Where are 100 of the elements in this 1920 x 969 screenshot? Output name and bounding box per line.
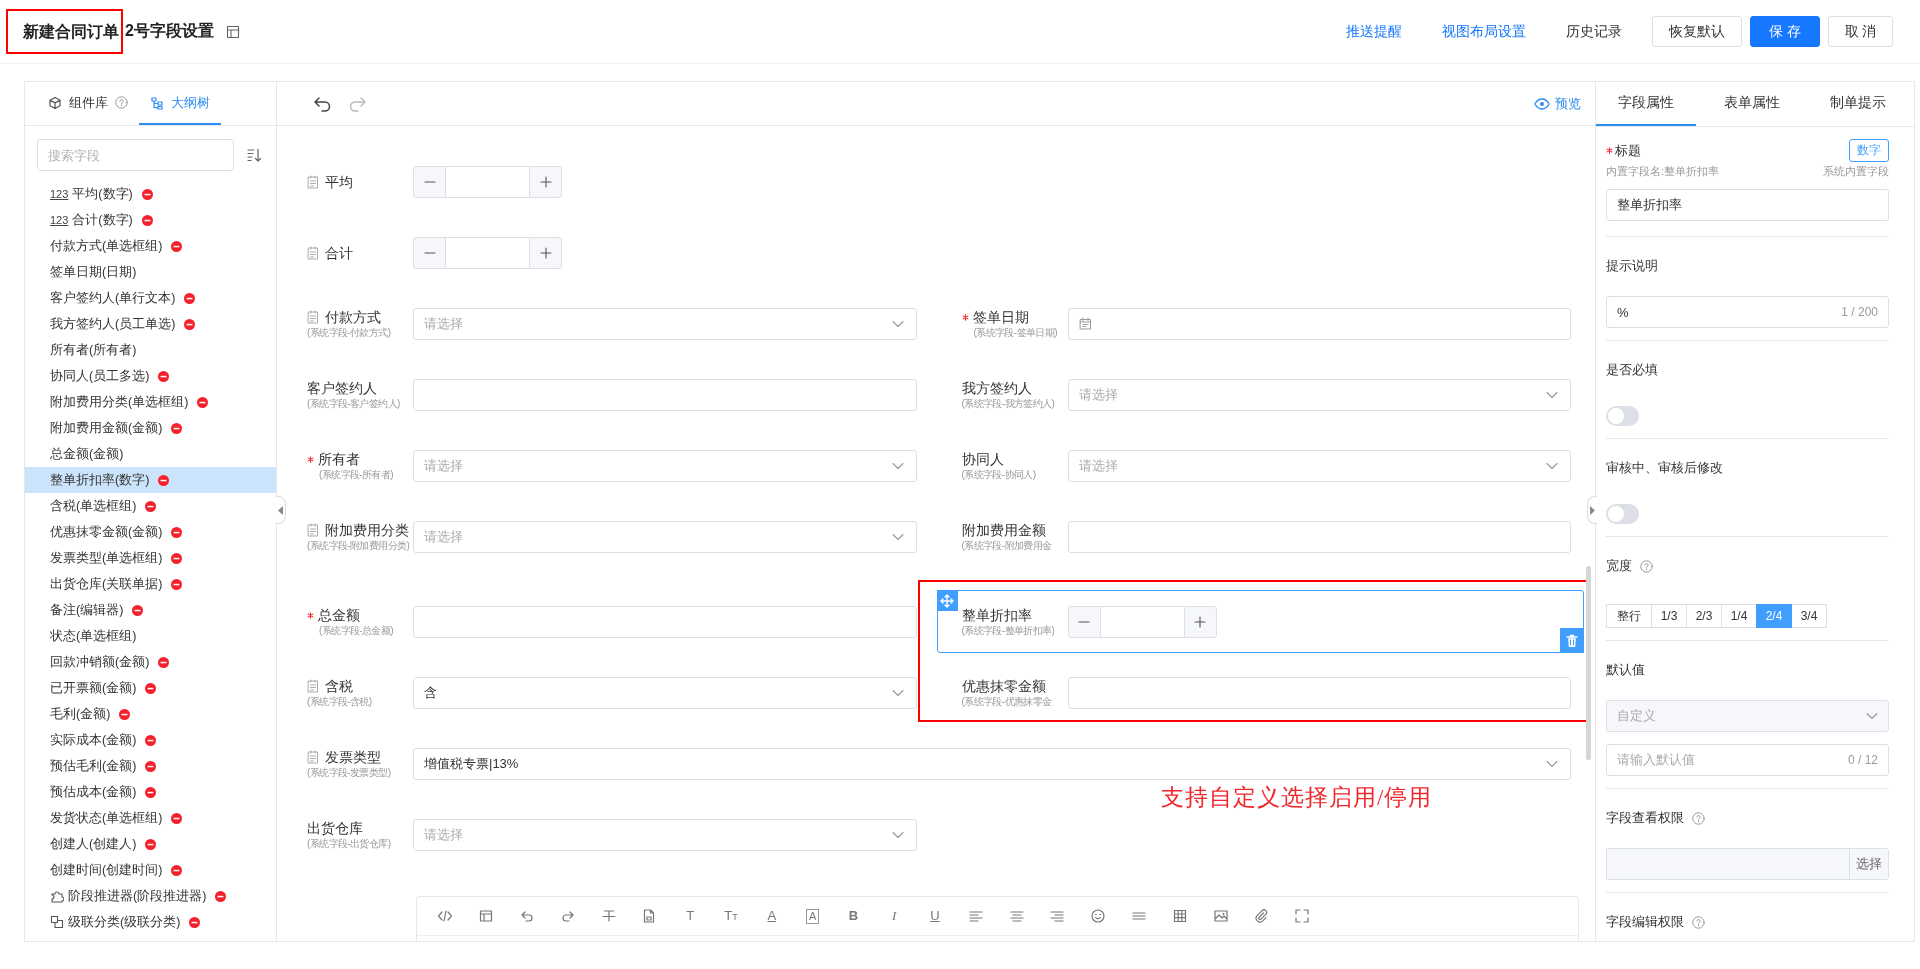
- field-list-item[interactable]: 出货仓库(关联单据): [25, 571, 276, 597]
- field-list-item[interactable]: 付款方式(单选框组): [25, 233, 276, 259]
- search-field[interactable]: 搜索字段: [37, 139, 234, 171]
- help-icon[interactable]: [1692, 811, 1705, 825]
- header-button[interactable]: 恢复默认: [1652, 16, 1742, 47]
- help-icon[interactable]: [1640, 559, 1653, 573]
- width-option[interactable]: 1/3: [1651, 604, 1687, 628]
- field-list-item[interactable]: 123 合计(数字): [25, 207, 276, 233]
- preview-link[interactable]: 预览: [1534, 94, 1581, 113]
- field-list-item[interactable]: 客户签约人(单行文本): [25, 285, 276, 311]
- remove-icon[interactable]: [145, 682, 157, 694]
- remove-icon[interactable]: [189, 916, 201, 928]
- header-button[interactable]: 保存: [1750, 16, 1820, 47]
- sort-icon[interactable]: [246, 147, 262, 163]
- field-list-item[interactable]: 实际成本(金额): [25, 727, 276, 753]
- field-list-item[interactable]: 预估成本(金额): [25, 779, 276, 805]
- background-color-button[interactable]: A: [805, 908, 820, 924]
- remove-icon[interactable]: [171, 578, 183, 590]
- remove-icon[interactable]: [145, 734, 157, 746]
- remove-icon[interactable]: [197, 396, 209, 408]
- toggle-switch[interactable]: [1606, 406, 1639, 426]
- layout-icon[interactable]: [225, 24, 240, 39]
- collapse-handle[interactable]: [276, 496, 286, 524]
- remove-icon[interactable]: [171, 552, 183, 564]
- remove-icon[interactable]: [171, 240, 183, 252]
- remove-icon[interactable]: [145, 786, 157, 798]
- header-link[interactable]: 推送提醒: [1346, 22, 1402, 41]
- field-list-item[interactable]: 级联分类(级联分类): [25, 909, 276, 935]
- field-list-item[interactable]: 备注(编辑器): [25, 597, 276, 623]
- title-input[interactable]: 整单折扣率: [1606, 189, 1889, 221]
- remove-icon[interactable]: [145, 500, 157, 512]
- paperclip-icon[interactable]: [1253, 908, 1270, 924]
- selected-field-card[interactable]: 整单折扣率 (系统字段-整单折扣率): [936, 590, 1584, 653]
- field-list-item[interactable]: 状态(单选框组): [25, 623, 276, 649]
- bold-button[interactable]: B: [848, 908, 859, 924]
- permission-field[interactable]: 选择: [1606, 848, 1889, 880]
- panel-tab[interactable]: 大纲树: [139, 82, 221, 125]
- field-list-item[interactable]: 优惠抹零金额(金额): [25, 519, 276, 545]
- panel-tab[interactable]: 表单属性: [1702, 82, 1802, 126]
- remove-icon[interactable]: [158, 656, 170, 668]
- remove-icon[interactable]: [132, 604, 144, 616]
- increment-button[interactable]: [529, 165, 562, 198]
- remove-icon[interactable]: [184, 292, 196, 304]
- field-list-item[interactable]: 创建时间(创建时间): [25, 857, 276, 883]
- scrollbar[interactable]: [1586, 566, 1591, 760]
- collapse-handle[interactable]: [1587, 496, 1597, 524]
- undo-icon[interactable]: [313, 94, 333, 113]
- delete-button[interactable]: [1560, 628, 1584, 653]
- remove-icon[interactable]: [171, 422, 183, 434]
- width-option[interactable]: 2/3: [1686, 604, 1722, 628]
- field-list-item[interactable]: 所有者(所有者): [25, 337, 276, 363]
- field-list-item[interactable]: 附加费用金额(金额): [25, 415, 276, 441]
- image-icon[interactable]: [1212, 908, 1229, 924]
- smiley-icon[interactable]: [1090, 908, 1107, 924]
- fullscreen-icon[interactable]: [1294, 908, 1311, 924]
- field-list-item[interactable]: 123 平均(数字): [25, 181, 276, 207]
- field-list-item[interactable]: 整单折扣率(数字): [25, 467, 276, 493]
- remove-icon[interactable]: [171, 864, 183, 876]
- field-list-item[interactable]: 附加费用分类(单选框组): [25, 389, 276, 415]
- text-field[interactable]: [413, 605, 917, 638]
- table-icon[interactable]: [1171, 908, 1188, 924]
- field-list-item[interactable]: 含税(单选框组): [25, 493, 276, 519]
- select-field[interactable]: 含: [413, 676, 917, 709]
- help-icon[interactable]: [115, 96, 128, 109]
- field-list-item[interactable]: 创建人(创建人): [25, 831, 276, 857]
- width-option[interactable]: 整行: [1606, 604, 1652, 628]
- code-icon[interactable]: [437, 908, 454, 924]
- text-field[interactable]: [1067, 676, 1571, 709]
- header-button[interactable]: 取消: [1828, 16, 1893, 47]
- date-field[interactable]: [1067, 307, 1571, 340]
- strikethrough-icon[interactable]: [600, 908, 617, 924]
- panel-tab[interactable]: 制单提示: [1808, 82, 1908, 126]
- field-list-item[interactable]: 回款冲销额(金额): [25, 649, 276, 675]
- select-field[interactable]: 增值税专票|13%: [413, 747, 1571, 780]
- panel-tab[interactable]: 字段属性: [1596, 82, 1696, 126]
- move-handle[interactable]: [936, 590, 958, 611]
- remove-icon[interactable]: [171, 526, 183, 538]
- field-list-item[interactable]: 发票类型(单选框组): [25, 545, 276, 571]
- toggle-switch[interactable]: [1606, 504, 1639, 524]
- width-option[interactable]: 3/4: [1791, 604, 1827, 628]
- field-list-item[interactable]: 协同人(员工多选): [25, 363, 276, 389]
- increment-button[interactable]: [529, 236, 562, 269]
- number-input[interactable]: [1100, 605, 1184, 638]
- font-color-button[interactable]: A: [767, 908, 777, 924]
- rich-text-editor[interactable]: T TT A A B I U: [416, 896, 1579, 941]
- header-link[interactable]: 历史记录: [1566, 22, 1622, 41]
- help-icon[interactable]: [1692, 915, 1705, 929]
- text-field[interactable]: [413, 378, 917, 411]
- text-field[interactable]: [1067, 520, 1571, 553]
- remove-icon[interactable]: [141, 214, 153, 226]
- italic-button[interactable]: I: [892, 908, 897, 924]
- remove-icon[interactable]: [145, 838, 157, 850]
- select-button[interactable]: 选择: [1849, 849, 1888, 879]
- field-list-item[interactable]: 阶段推进器(阶段推进器): [25, 883, 276, 909]
- font-size-button[interactable]: TT: [724, 907, 738, 925]
- remove-icon[interactable]: [145, 760, 157, 772]
- width-option[interactable]: 1/4: [1721, 604, 1757, 628]
- remove-icon[interactable]: [171, 812, 183, 824]
- field-list-item[interactable]: 签单日期(日期): [25, 259, 276, 285]
- text-button[interactable]: T: [686, 908, 695, 924]
